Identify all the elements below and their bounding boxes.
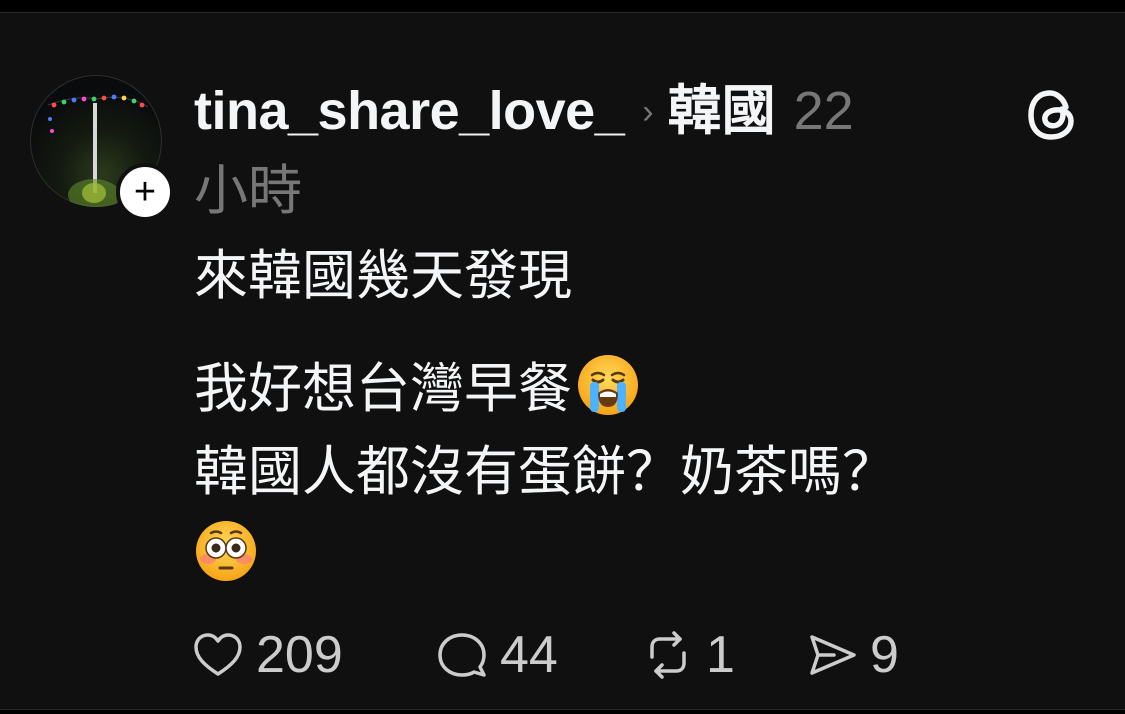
chevron-right-icon: › [642,93,654,131]
thread-post[interactable]: + tina_share_love_ › 韓國 22 小時 來韓國幾天發現 我好想台灣… [0,12,1125,710]
post-text-line-4 [194,519,1054,588]
timestamp-unit: 小時 [194,161,302,221]
like-button[interactable]: 209 [190,623,343,687]
post-header: tina_share_love_ › 韓國 22 [194,79,984,144]
post-text-line-2-text: 我好想台灣早餐 [194,359,572,419]
timestamp-number: 22 [793,81,854,141]
avatar-container[interactable]: + [30,75,174,221]
plus-icon: + [133,171,157,213]
post-text-line-3: 韓國人都沒有蛋餅？奶茶嗎？ [194,442,896,502]
share-button[interactable]: 9 [804,623,899,687]
post-text-line-1: 來韓國幾天發現 [194,246,572,306]
topic-tag-link[interactable]: 韓國 [668,81,776,141]
threads-logo-icon[interactable] [1022,85,1082,145]
share-count: 9 [870,626,899,684]
reply-count: 44 [500,626,558,684]
send-icon [810,635,856,675]
reply-button[interactable]: 44 [434,623,558,687]
repost-button[interactable]: 1 [640,623,735,687]
heart-icon [194,633,242,676]
post-text-line-2: 我好想台灣早餐 [194,353,1054,422]
comment-icon [438,633,486,677]
flushed-face-icon [196,521,256,581]
repost-icon [650,631,686,679]
like-count: 209 [256,626,343,684]
post-actions: 209 44 1 9 [190,623,950,687]
repost-count: 1 [706,626,735,684]
follow-plus-button[interactable]: + [116,163,174,221]
loudly-crying-face-icon [578,355,638,415]
username-link[interactable]: tina_share_love_ [194,81,625,141]
